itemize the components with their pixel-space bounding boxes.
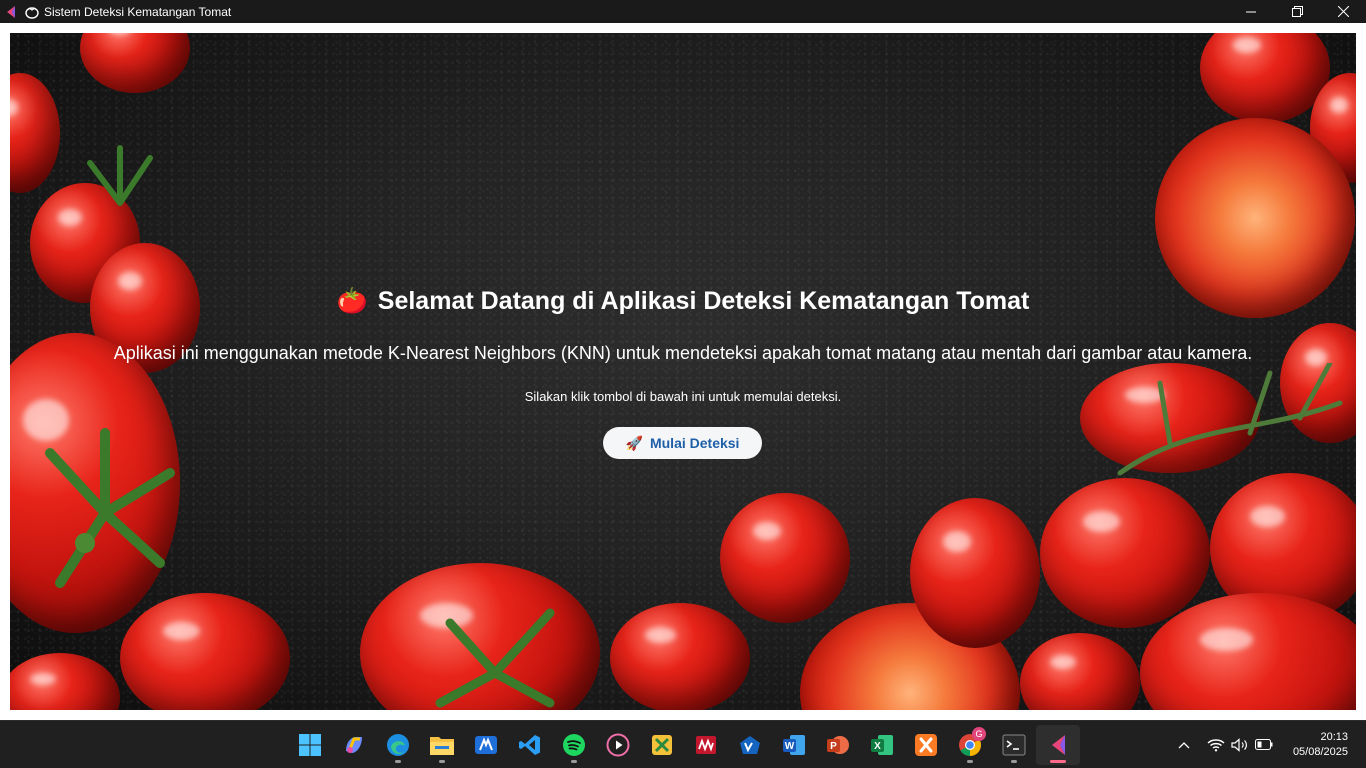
blue-app-icon bbox=[475, 736, 497, 754]
taskbar-vscode[interactable] bbox=[508, 725, 552, 765]
clock-date: 05/08/2025 bbox=[1292, 745, 1348, 758]
restore-icon bbox=[1291, 6, 1303, 17]
clock-time: 20:13 bbox=[1320, 730, 1348, 743]
chevron-up-icon bbox=[1178, 741, 1190, 748]
hero-section: 🍅 Selamat Datang di Aplikasi Deteksi Kem… bbox=[10, 33, 1356, 710]
taskbar-blue-app[interactable] bbox=[464, 725, 508, 765]
taskbar-terminal[interactable] bbox=[992, 725, 1036, 765]
svg-text:X: X bbox=[874, 741, 881, 752]
taskbar-xampp[interactable] bbox=[904, 725, 948, 765]
taskbar-file-explorer[interactable] bbox=[420, 725, 464, 765]
title-bar: Sistem Deteksi Kematangan Tomat bbox=[0, 0, 1366, 23]
vpn-icon bbox=[740, 736, 760, 754]
edge-icon bbox=[387, 734, 409, 756]
hero-hint: Silakan klik tombol di bawah ini untuk m… bbox=[524, 389, 842, 404]
battery-icon bbox=[1255, 739, 1273, 750]
close-button[interactable] bbox=[1320, 0, 1366, 23]
word-icon: W bbox=[783, 735, 805, 755]
powerpoint-icon: P bbox=[827, 736, 849, 754]
windows-logo-icon bbox=[299, 734, 321, 756]
tomato-emoji-icon: 🍅 bbox=[336, 287, 368, 315]
folder-icon bbox=[430, 737, 454, 755]
battery-button[interactable] bbox=[1252, 733, 1276, 757]
svg-text:W: W bbox=[785, 741, 795, 752]
spotify-icon bbox=[563, 734, 585, 756]
taskbar-start-button[interactable] bbox=[288, 725, 332, 765]
tomato-icon bbox=[24, 4, 40, 20]
svg-text:P: P bbox=[830, 741, 837, 752]
red-app-icon bbox=[696, 736, 716, 754]
terminal-icon bbox=[1002, 734, 1026, 756]
taskbar-red-app[interactable] bbox=[684, 725, 728, 765]
window-title: Sistem Deteksi Kematangan Tomat bbox=[44, 4, 232, 19]
taskbar-edge[interactable] bbox=[376, 725, 420, 765]
app-icon[interactable] bbox=[0, 0, 22, 23]
vscode-icon bbox=[519, 735, 540, 755]
hero-title: 🍅 Selamat Datang di Aplikasi Deteksi Kem… bbox=[10, 287, 1356, 316]
app-icon bbox=[1052, 735, 1065, 755]
taskbar-copilot[interactable] bbox=[332, 725, 376, 765]
taskbar-tomato-app[interactable] bbox=[1036, 725, 1080, 765]
start-detection-label: Mulai Deteksi bbox=[649, 435, 740, 451]
taskbar-word[interactable]: W bbox=[772, 725, 816, 765]
volume-button[interactable] bbox=[1228, 733, 1252, 757]
chrome-profile-badge: G bbox=[972, 727, 986, 741]
hero-description: Aplikasi ini menggunakan metode K-Neares… bbox=[113, 343, 1253, 363]
play-icon bbox=[606, 733, 630, 757]
taskbar-powerpoint[interactable]: P bbox=[816, 725, 860, 765]
taskbar: W P X G 20:13 05/08/2025 bbox=[0, 720, 1366, 768]
start-detection-button[interactable]: 🚀 Mulai Deteksi bbox=[603, 427, 762, 459]
clock[interactable]: 20:13 05/08/2025 bbox=[1276, 730, 1366, 760]
volume-icon bbox=[1231, 737, 1247, 752]
taskbar-vpn[interactable] bbox=[728, 725, 772, 765]
wifi-icon bbox=[1207, 738, 1225, 751]
copilot-icon bbox=[346, 737, 362, 753]
rocket-icon: 🚀 bbox=[625, 434, 643, 451]
hero-title-text: Selamat Datang di Aplikasi Deteksi Kemat… bbox=[377, 287, 1030, 315]
restore-button[interactable] bbox=[1274, 0, 1320, 23]
minimize-icon bbox=[1246, 11, 1256, 12]
close-icon bbox=[1337, 6, 1349, 17]
taskbar-green-tools[interactable] bbox=[640, 725, 684, 765]
network-button[interactable] bbox=[1204, 733, 1228, 757]
taskbar-excel[interactable]: X bbox=[860, 725, 904, 765]
minimize-button[interactable] bbox=[1228, 0, 1274, 23]
xampp-icon bbox=[915, 734, 937, 756]
taskbar-media-player[interactable] bbox=[596, 725, 640, 765]
show-hidden-icons-button[interactable] bbox=[1172, 733, 1196, 757]
green-tools-icon bbox=[652, 735, 672, 755]
taskbar-chrome[interactable]: G bbox=[948, 725, 992, 765]
excel-icon: X bbox=[871, 735, 893, 755]
taskbar-spotify[interactable] bbox=[552, 725, 596, 765]
